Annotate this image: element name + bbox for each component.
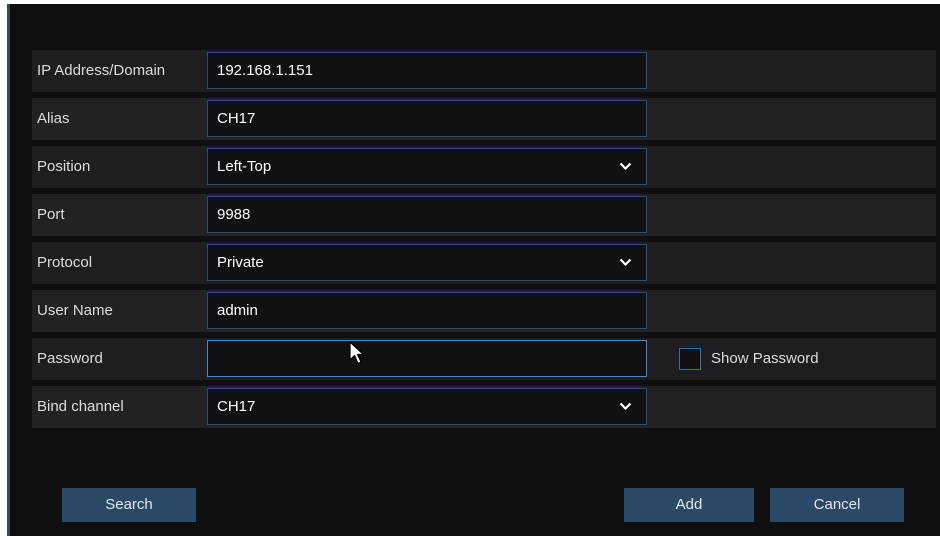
chevron-down-icon — [619, 401, 632, 411]
protocol-select[interactable]: Private — [207, 244, 647, 281]
bind-channel-label: Bind channel — [37, 398, 124, 415]
bind-channel-select[interactable]: CH17 — [207, 388, 647, 425]
ip-address-label: IP Address/Domain — [37, 62, 166, 79]
position-label: Position — [37, 158, 91, 175]
row-ip-address: IP Address/Domain 192.168.1.151 — [32, 50, 936, 92]
chevron-down-icon — [619, 257, 632, 267]
add-button[interactable]: Add — [624, 488, 754, 522]
mouse-pointer-icon — [349, 341, 365, 367]
row-protocol: Protocol Private — [32, 242, 936, 284]
protocol-value: Private — [217, 254, 264, 271]
password-input[interactable] — [207, 340, 647, 377]
chevron-down-icon — [619, 161, 632, 171]
user-name-label: User Name — [37, 302, 113, 319]
dialog-left-border — [7, 4, 10, 536]
row-alias: Alias CH17 — [32, 98, 936, 140]
position-value: Left-Top — [217, 158, 272, 175]
password-label: Password — [37, 350, 103, 367]
show-password-checkbox[interactable] — [679, 348, 701, 370]
port-input[interactable]: 9988 — [207, 196, 647, 233]
user-name-input[interactable]: admin — [207, 292, 647, 329]
row-password: Password Show Password — [32, 338, 936, 380]
row-position: Position Left-Top — [32, 146, 936, 188]
position-select[interactable]: Left-Top — [207, 148, 647, 185]
show-password-label[interactable]: Show Password — [711, 338, 819, 380]
cancel-button[interactable]: Cancel — [770, 488, 904, 522]
ip-address-input[interactable]: 192.168.1.151 — [207, 52, 647, 89]
row-user-name: User Name admin — [32, 290, 936, 332]
protocol-label: Protocol — [37, 254, 93, 271]
bind-channel-value: CH17 — [217, 398, 256, 415]
port-label: Port — [37, 206, 65, 223]
row-bind-channel: Bind channel CH17 — [32, 386, 936, 428]
add-camera-dialog: IP Address/Domain 192.168.1.151 Alias CH… — [7, 4, 940, 536]
alias-label: Alias — [37, 110, 70, 127]
search-button[interactable]: Search — [62, 488, 196, 522]
row-port: Port 9988 — [32, 194, 936, 236]
alias-input[interactable]: CH17 — [207, 100, 647, 137]
